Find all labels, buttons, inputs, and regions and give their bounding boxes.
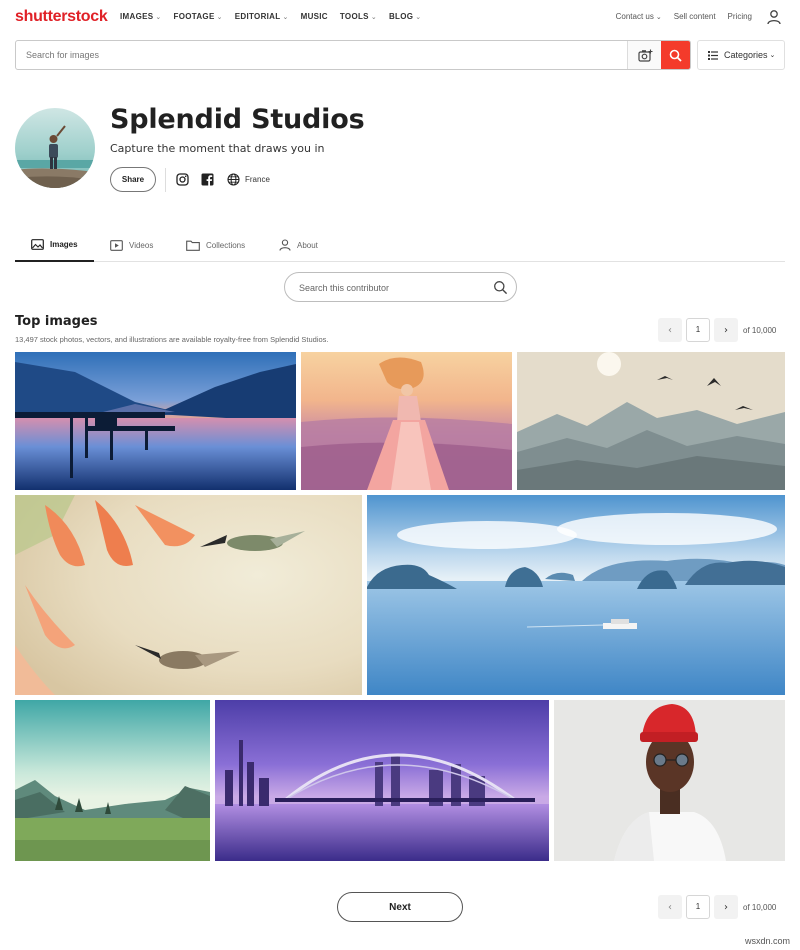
tab-collections[interactable]: Collections (186, 228, 245, 262)
profile-tagline: Capture the moment that draws you in (110, 142, 325, 155)
girl-in-lavender-field-image (301, 352, 512, 490)
profile-avatar (15, 108, 95, 188)
misty-mountains-birds-image (517, 352, 785, 490)
nav-images[interactable]: IMAGES ⌄ (120, 12, 162, 21)
contributor-search-input[interactable] (299, 280, 489, 296)
list-icon (708, 50, 718, 60)
main-search-input[interactable] (16, 41, 626, 69)
image-tile[interactable] (15, 352, 296, 490)
image-icon (31, 238, 44, 250)
contact-us-link[interactable]: Contact us ⌄ (616, 12, 662, 21)
nav-editorial-label: EDITORIAL (234, 12, 281, 21)
next-button[interactable]: Next (337, 892, 463, 922)
man-red-beanie-image (554, 700, 785, 861)
search-icon[interactable] (493, 280, 508, 295)
top-images-title: Top images (15, 314, 98, 329)
page-total: of 10,000 (743, 902, 777, 912)
top-images-subtitle: 13,497 stock photos, vectors, and illust… (15, 335, 329, 344)
tab-images[interactable]: Images (15, 228, 94, 262)
contributor-search-bar (284, 272, 517, 302)
nav-footage-label: FOOTAGE (173, 12, 215, 21)
categories-dropdown[interactable]: Categories ⌄ (697, 40, 785, 70)
contributor-tabs: Images Videos Collections About (15, 228, 785, 262)
image-tile[interactable] (517, 352, 785, 490)
tab-about-label: About (297, 240, 318, 250)
folder-icon (186, 240, 200, 251)
tab-images-label: Images (50, 239, 78, 249)
globe-icon (227, 173, 240, 186)
avatar-image (15, 108, 95, 188)
nav-tools-label: TOOLS (339, 12, 369, 21)
facebook-icon[interactable] (201, 173, 214, 186)
dubai-bridge-purple-image (215, 700, 549, 861)
reverse-image-search-button[interactable] (627, 41, 663, 69)
chevron-down-icon: ⌄ (769, 52, 776, 59)
prev-page-button[interactable]: ‹ (658, 318, 682, 342)
tab-about[interactable]: About (279, 228, 318, 262)
logo-text-part2: stock (67, 8, 108, 25)
chevron-down-icon: ⌄ (282, 14, 289, 21)
bottom-pager: ‹ 1 › of 10,000 (658, 895, 776, 919)
chevron-right-icon: › (724, 324, 728, 336)
shutterstock-logo[interactable]: shutterstock (15, 8, 108, 26)
image-tile[interactable] (15, 495, 362, 695)
contact-us-label: Contact us (615, 12, 654, 21)
chevron-left-icon: ‹ (668, 324, 672, 336)
instagram-icon[interactable] (176, 173, 189, 186)
watermark-text: wsxdn.com (744, 936, 790, 946)
nav-blog[interactable]: BLOG ⌄ (389, 12, 421, 21)
next-page-button[interactable]: › (714, 318, 738, 342)
video-icon (110, 239, 123, 251)
search-submit-button[interactable] (661, 41, 690, 69)
halong-bay-boat-image (367, 495, 785, 695)
page-number-input[interactable]: 1 (686, 318, 710, 342)
pricing-link[interactable]: Pricing (728, 12, 752, 21)
nav-right-links: Contact us ⌄ Sell content Pricing (616, 12, 752, 21)
person-icon (279, 239, 291, 251)
search-icon (669, 49, 682, 62)
prev-page-button[interactable]: ‹ (658, 895, 682, 919)
page-total: of 10,000 (743, 325, 777, 335)
tab-collections-label: Collections (206, 240, 246, 250)
logo-text-part1: shutter (15, 8, 68, 25)
sell-content-link[interactable]: Sell content (674, 12, 716, 21)
lake-pier-sunset-image (15, 352, 296, 490)
image-tile[interactable] (215, 700, 549, 861)
hummingbirds-flowers-image (15, 495, 362, 695)
image-tile[interactable] (301, 352, 512, 490)
categories-label: Categories (724, 50, 768, 60)
share-button[interactable]: Share (110, 167, 156, 192)
profile-name: Splendid Studios (110, 104, 365, 135)
chevron-down-icon: ⌄ (415, 14, 422, 21)
main-nav-links: IMAGES ⌄ FOOTAGE ⌄ EDITORIAL ⌄ MUSIC TOOLS ⌄… (120, 12, 421, 21)
nav-music[interactable]: MUSIC (301, 12, 328, 21)
main-search-bar (15, 40, 691, 70)
page-number-input[interactable]: 1 (686, 895, 710, 919)
chevron-left-icon: ‹ (668, 901, 672, 913)
nav-editorial[interactable]: EDITORIAL ⌄ (235, 12, 289, 21)
nav-footage[interactable]: FOOTAGE ⌄ (174, 12, 223, 21)
nav-music-label: MUSIC (300, 12, 328, 21)
profile-country: France (245, 175, 270, 184)
top-nav: shutterstock IMAGES ⌄ FOOTAGE ⌄ EDITORIAL ⌄… (0, 0, 800, 36)
profile-divider (165, 168, 166, 192)
nav-blog-label: BLOG (388, 12, 414, 21)
nav-tools[interactable]: TOOLS ⌄ (340, 12, 377, 21)
tab-videos[interactable]: Videos (110, 228, 153, 262)
image-tile[interactable] (554, 700, 785, 861)
chevron-down-icon: ⌄ (216, 14, 223, 21)
chevron-right-icon: › (724, 901, 728, 913)
tab-videos-label: Videos (129, 240, 154, 250)
image-tile[interactable] (367, 495, 785, 695)
camera-icon (638, 49, 653, 62)
mountain-meadow-image (15, 700, 210, 861)
nav-images-label: IMAGES (120, 12, 154, 21)
chevron-down-icon: ⌄ (655, 14, 662, 21)
top-pager: ‹ 1 › of 10,000 (658, 318, 776, 342)
image-tile[interactable] (15, 700, 210, 861)
user-account-icon[interactable] (766, 9, 782, 25)
chevron-down-icon: ⌄ (155, 14, 162, 21)
next-page-button[interactable]: › (714, 895, 738, 919)
chevron-down-icon: ⌄ (370, 14, 377, 21)
